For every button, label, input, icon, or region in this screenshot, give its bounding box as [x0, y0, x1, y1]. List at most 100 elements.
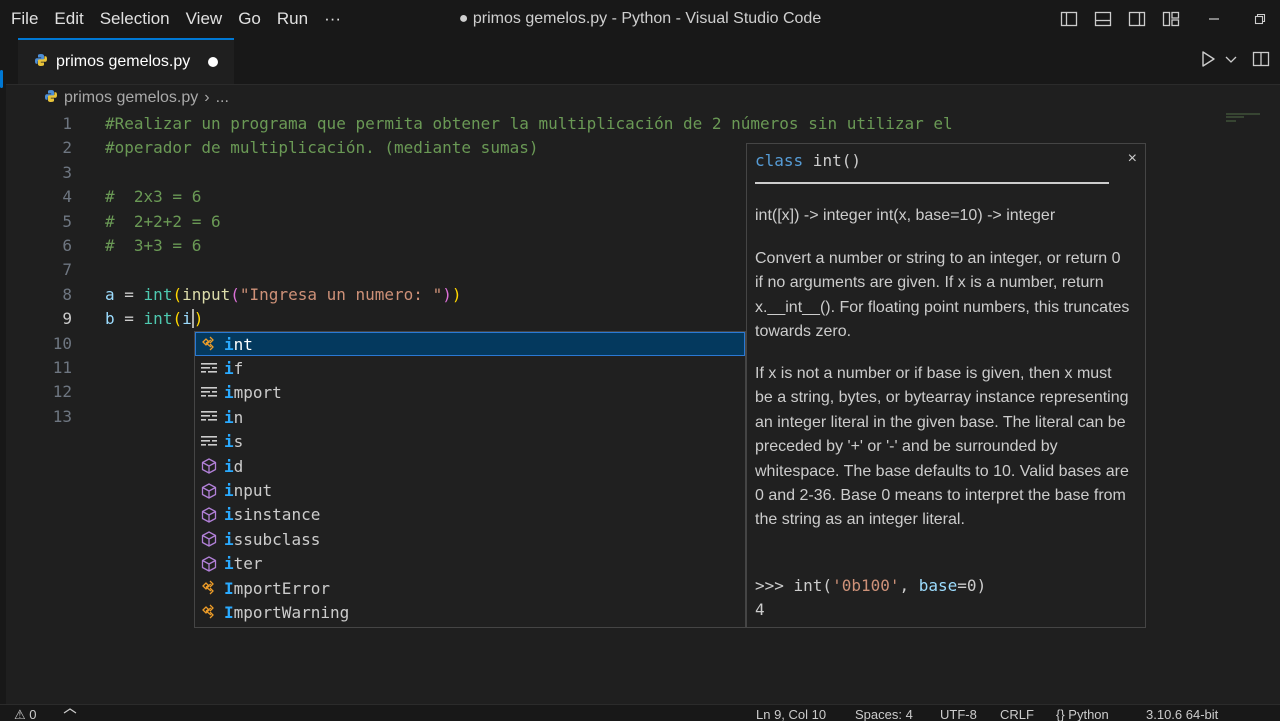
suggestion-item[interactable]: ImportWarning [195, 600, 745, 624]
minimap[interactable] [1226, 112, 1262, 124]
token-builtin: int [143, 309, 173, 329]
breadcrumb-symbols[interactable]: ... [216, 89, 229, 107]
close-icon[interactable]: × [1128, 150, 1137, 168]
match-highlight: i [224, 505, 234, 525]
unsaved-dot-icon[interactable] [208, 57, 219, 67]
doc-paragraph: If x is not a number or if base is given… [755, 365, 1129, 529]
suggestion-label: ter [233, 554, 263, 574]
menu-file[interactable]: File [0, 0, 46, 38]
match-highlight: i [224, 456, 234, 476]
suggestion-item[interactable]: id [195, 454, 745, 478]
doc-paragraph: Convert a number or string to an integer… [755, 250, 1130, 341]
token-function: input [182, 284, 231, 304]
doc-example-string: '0b100' [832, 576, 900, 595]
match-highlight: i [224, 554, 234, 574]
suggestion-item[interactable]: int [195, 332, 745, 357]
suggestion-details-panel: class int() × int([x]) -> integer int(x,… [746, 143, 1146, 628]
doc-example-kwarg: base [918, 576, 958, 595]
tab-bar: primos gemelos.py [0, 38, 1280, 85]
toggle-secondary-sidebar-icon[interactable] [1120, 0, 1154, 38]
suggestion-label: sinstance [233, 505, 321, 525]
suggestion-label: ssubclass [233, 529, 321, 549]
function-cube-icon [199, 554, 219, 574]
editor-tab-primos-gemelos[interactable]: primos gemelos.py [18, 38, 234, 84]
suggestion-label: s [233, 432, 244, 452]
doc-signature-text: int([x]) -> integer int(x, base=10) -> i… [755, 207, 1056, 224]
token-paren: ) [193, 309, 204, 329]
status-bar: ⚠ 0 Ln 9, Col 10 Spaces: 4 UTF-8 CRLF {}… [0, 704, 1280, 721]
menu-more[interactable]: ··· [316, 0, 349, 38]
suggestion-item[interactable]: in [195, 405, 745, 429]
token-paren: ( [172, 309, 183, 329]
suggestion-item[interactable]: issubclass [195, 527, 745, 551]
class-icon [199, 578, 219, 598]
more-actions-icon[interactable] [1252, 50, 1270, 73]
python-interpreter[interactable]: 3.10.6 64-bit [1146, 707, 1218, 721]
line-number-active: 9 [62, 309, 72, 329]
match-highlight: i [224, 407, 234, 427]
line-number: 5 [62, 211, 72, 231]
breadcrumb[interactable]: primos gemelos.py › ... [44, 86, 229, 110]
token-paren: ( [230, 284, 240, 304]
editor-actions [1198, 38, 1270, 84]
breadcrumb-file[interactable]: primos gemelos.py [64, 89, 198, 107]
menu-view[interactable]: View [178, 0, 231, 38]
token-paren: ( [172, 284, 183, 304]
suggestion-item[interactable]: is [195, 430, 745, 454]
menu-go[interactable]: Go [230, 0, 269, 38]
layout-controls [1052, 0, 1280, 38]
match-highlight: i [224, 359, 234, 379]
line-number: 10 [52, 333, 72, 353]
activity-bar-edge [0, 84, 6, 704]
toggle-panel-icon[interactable] [1086, 0, 1120, 38]
problems-indicator[interactable]: ⚠ 0 [14, 707, 37, 721]
run-python-file-icon[interactable] [1198, 49, 1218, 74]
line-number: 8 [62, 284, 72, 304]
line-number: 11 [52, 357, 72, 377]
suggestion-item[interactable]: iter [195, 552, 745, 576]
line-number: 3 [62, 162, 72, 182]
breadcrumb-separator: › [204, 89, 210, 106]
doc-example-prompt: >>> int( [755, 576, 833, 595]
title-bar: File Edit Selection View Go Run ··· ● pr… [0, 0, 1280, 38]
doc-example-result: 4 [755, 600, 765, 619]
minimize-icon[interactable] [1188, 0, 1240, 38]
cursor-position[interactable]: Ln 9, Col 10 [756, 707, 826, 721]
token-var: b [105, 309, 115, 329]
end-of-line[interactable]: CRLF [1000, 707, 1034, 721]
token-paren: ) [442, 284, 452, 304]
menu-bar: File Edit Selection View Go Run ··· [0, 0, 349, 38]
restore-icon[interactable] [1240, 0, 1280, 38]
keyword-icon [199, 359, 219, 379]
encoding[interactable]: UTF-8 [940, 707, 977, 721]
doc-example-sep: , [899, 576, 919, 595]
suggestion-label: mportError [233, 578, 330, 598]
class-icon [199, 602, 219, 622]
chevron-down-icon[interactable] [1224, 52, 1238, 71]
token-paren: ) [451, 284, 462, 304]
menu-selection[interactable]: Selection [92, 0, 178, 38]
line-number: 7 [62, 260, 72, 280]
token-eq: = [114, 284, 144, 304]
doc-signature: class int() [755, 151, 861, 170]
ports-icon[interactable] [62, 707, 78, 721]
suggestion-item[interactable]: ImportError [195, 576, 745, 600]
doc-signature-keyword: class [755, 151, 804, 170]
tab-label: primos gemelos.py [56, 53, 191, 70]
keyword-icon [199, 407, 219, 427]
language-mode[interactable]: {} Python [1056, 707, 1109, 721]
customize-layout-icon[interactable] [1154, 0, 1188, 38]
indentation[interactable]: Spaces: 4 [855, 707, 913, 721]
suggestion-item[interactable]: input [195, 478, 745, 502]
suggestion-item[interactable]: isinstance [195, 503, 745, 527]
menu-edit[interactable]: Edit [46, 0, 91, 38]
suggestion-item[interactable]: if [195, 356, 745, 380]
suggestion-item[interactable]: import [195, 381, 745, 405]
suggestion-label: mport [233, 383, 282, 403]
doc-example: >>> int('0b100', base=0) [755, 574, 986, 598]
toggle-primary-sidebar-icon[interactable] [1052, 0, 1086, 38]
keyword-icon [199, 383, 219, 403]
suggestion-label: n [233, 407, 244, 427]
menu-run[interactable]: Run [269, 0, 316, 38]
match-highlight: i [224, 432, 234, 452]
